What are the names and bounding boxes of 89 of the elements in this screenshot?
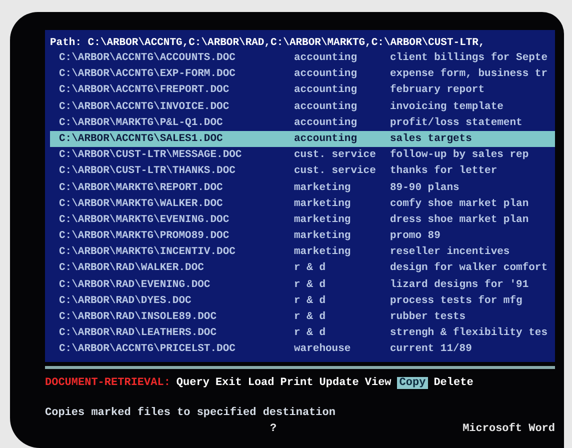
file-department: accounting <box>294 132 358 147</box>
file-description: reseller incentives <box>390 245 510 260</box>
file-name: C:\ARBOR\MARKTG\PROMO89.DOC <box>59 229 230 244</box>
file-description: lizard designs for '91 <box>390 278 529 293</box>
file-name: C:\ARBOR\MARKTG\EVENING.DOC <box>59 212 230 228</box>
file-description: design for walker comfort <box>390 261 548 276</box>
file-department: cust. service <box>294 164 377 180</box>
file-description: strengh & flexibility tes <box>390 326 548 342</box>
file-description: 89-90 plans <box>390 180 460 196</box>
file-name: C:\ARBOR\RAD\LEATHERS.DOC <box>59 326 218 342</box>
file-department: warehouse <box>294 342 352 358</box>
message-line: Copies marked files to specified destination <box>45 406 336 419</box>
file-row[interactable]: C:\ARBOR\CUST-LTR\THANKS.DOC cust. service thanks for letter <box>45 163 555 180</box>
file-department: accounting <box>294 100 358 115</box>
file-row[interactable]: C:\ARBOR\MARKTG\EVENING.DOC marketing dress shoe market plan <box>45 212 555 228</box>
file-name: C:\ARBOR\CUST-LTR\MESSAGE.DOC <box>59 148 243 164</box>
file-department: accounting <box>294 116 358 131</box>
file-row[interactable]: C:\ARBOR\ACCNTG\PRICELST.DOC warehouse current 11/89 <box>45 341 555 358</box>
file-row[interactable]: C:\ARBOR\ACCNTG\SALES1.DOC accounting sales targets <box>50 130 555 148</box>
file-description: follow-up by sales rep <box>390 148 529 164</box>
file-row[interactable]: C:\ARBOR\MARKTG\INCENTIV.DOC marketing reseller incentives <box>45 244 555 260</box>
file-row[interactable]: C:\ARBOR\RAD\WALKER.DOC r & d design for walker comfort <box>45 260 555 277</box>
menu-command[interactable]: Update <box>319 376 359 389</box>
menu-command[interactable]: Copy <box>397 376 428 389</box>
file-name: C:\ARBOR\CUST-LTR\THANKS.DOC <box>59 164 236 180</box>
file-name: C:\ARBOR\ACCNTG\SALES1.DOC <box>59 132 224 147</box>
file-description: rubber tests <box>390 310 466 325</box>
file-name: C:\ARBOR\ACCNTG\EXP-FORM.DOC <box>59 67 236 82</box>
file-description: current 11/89 <box>390 342 472 358</box>
file-description: february report <box>390 83 485 98</box>
file-department: marketing <box>294 245 352 260</box>
file-department: marketing <box>294 212 352 228</box>
file-name: C:\ARBOR\ACCNTG\ACCOUNTS.DOC <box>59 51 236 66</box>
file-name: C:\ARBOR\ACCNTG\PRICELST.DOC <box>59 342 236 358</box>
file-department: r & d <box>294 294 327 309</box>
file-department: accounting <box>294 83 358 98</box>
file-department: marketing <box>294 196 352 212</box>
file-department: cust. service <box>294 148 377 164</box>
file-department: r & d <box>294 310 327 325</box>
menu-command[interactable]: Print <box>280 376 314 389</box>
file-name: C:\ARBOR\RAD\WALKER.DOC <box>59 261 205 276</box>
file-department: marketing <box>294 180 352 196</box>
file-description: invoicing template <box>390 100 504 115</box>
file-description: dress shoe market plan <box>390 212 529 228</box>
file-description: comfy shoe market plan <box>390 196 529 212</box>
file-description: promo 89 <box>390 229 440 244</box>
file-row[interactable]: C:\ARBOR\RAD\DYES.DOC r & d process tests for mfg <box>45 292 555 309</box>
file-row[interactable]: C:\ARBOR\RAD\LEATHERS.DOC r & d strengh & flexibility tes <box>45 325 555 342</box>
file-row[interactable]: C:\ARBOR\ACCNTG\ACCOUNTS.DOC accounting client billings for Septe <box>45 50 555 66</box>
file-row[interactable]: C:\ARBOR\MARKTG\REPORT.DOC marketing 89-90 plans <box>45 180 555 196</box>
path-line: Path: C:\ARBOR\ACCNTG,C:\ARBOR\RAD,C:\ARBOR\MARKTG,C:\ARBOR\CUST-LTR, <box>49 36 486 50</box>
file-row[interactable]: C:\ARBOR\ACCNTG\FREPORT.DOC accounting february report <box>45 82 555 99</box>
menu-command[interactable]: Load <box>248 376 274 389</box>
file-description: thanks for letter <box>390 164 498 180</box>
file-name: C:\ARBOR\MARKTG\P&L-Q1.DOC <box>59 116 224 131</box>
file-row[interactable]: C:\ARBOR\MARKTG\PROMO89.DOC marketing promo 89 <box>45 228 555 244</box>
file-name: C:\ARBOR\RAD\EVENING.DOC <box>59 278 212 293</box>
file-name: C:\ARBOR\MARKTG\REPORT.DOC <box>59 180 224 196</box>
prompt-mark: ? <box>270 422 277 435</box>
menu-command[interactable]: Query <box>176 376 210 389</box>
menu-command[interactable]: View <box>364 376 392 389</box>
file-department: accounting <box>294 51 358 66</box>
file-row[interactable]: C:\ARBOR\MARKTG\WALKER.DOC marketing comfy shoe market plan <box>45 196 555 212</box>
file-name: C:\ARBOR\MARKTG\WALKER.DOC <box>59 196 224 212</box>
file-name: C:\ARBOR\RAD\INSOLE89.DOC <box>59 310 218 325</box>
file-row[interactable]: C:\ARBOR\RAD\EVENING.DOC r & d lizard designs for '91 <box>45 276 555 293</box>
menu-title: DOCUMENT-RETRIEVAL: <box>45 376 170 389</box>
file-name: C:\ARBOR\ACCNTG\FREPORT.DOC <box>59 83 230 98</box>
file-row[interactable]: C:\ARBOR\MARKTG\P&L-Q1.DOC accounting profit/loss statement <box>45 114 555 131</box>
file-name: C:\ARBOR\RAD\DYES.DOC <box>59 294 192 309</box>
file-department: r & d <box>294 261 327 276</box>
file-description: process tests for mfg <box>390 294 522 309</box>
file-description: profit/loss statement <box>390 116 522 131</box>
file-row[interactable]: C:\ARBOR\ACCNTG\EXP-FORM.DOC accounting expense form, business tr <box>45 66 555 82</box>
file-row[interactable]: C:\ARBOR\CUST-LTR\MESSAGE.DOC cust. service follow-up by sales rep <box>45 147 555 164</box>
file-name: C:\ARBOR\MARKTG\INCENTIV.DOC <box>59 245 236 260</box>
menu-command[interactable]: Exit <box>215 376 242 389</box>
menu-command[interactable]: Delete <box>434 376 474 389</box>
file-description: expense form, business tr <box>390 67 548 82</box>
file-department: marketing <box>294 229 352 244</box>
file-department: r & d <box>294 278 327 293</box>
file-row[interactable]: C:\ARBOR\ACCNTG\INVOICE.DOC accounting invoicing template <box>45 98 555 115</box>
file-name: C:\ARBOR\ACCNTG\INVOICE.DOC <box>59 100 230 115</box>
file-department: r & d <box>294 326 327 342</box>
file-description: sales targets <box>390 132 472 147</box>
file-department: accounting <box>294 67 358 82</box>
file-row[interactable]: C:\ARBOR\RAD\INSOLE89.DOC r & d rubber tests <box>45 309 555 326</box>
app-name: Microsoft Word <box>462 422 555 435</box>
file-description: client billings for Septe <box>390 51 548 66</box>
